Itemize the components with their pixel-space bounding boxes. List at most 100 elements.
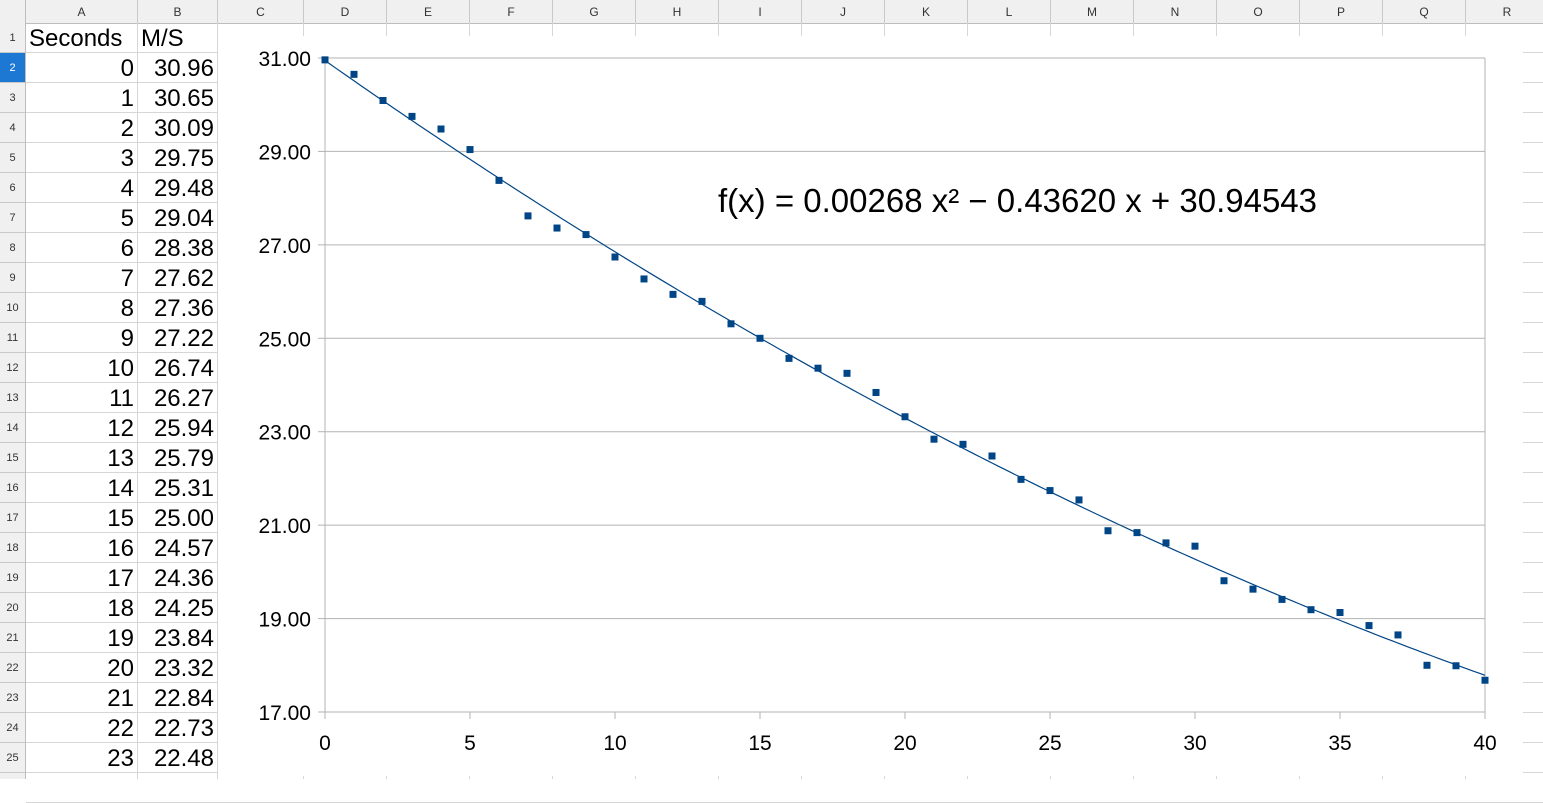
- column-header-p[interactable]: P: [1300, 0, 1383, 23]
- row-header-22[interactable]: 22: [0, 653, 25, 683]
- cell-ms[interactable]: 22.73: [138, 713, 218, 743]
- column-header-e[interactable]: E: [387, 0, 470, 23]
- row-header-18[interactable]: 18: [0, 533, 25, 563]
- cell-seconds[interactable]: 16: [26, 533, 138, 563]
- column-header-j[interactable]: J: [802, 0, 885, 23]
- cell-ms[interactable]: 27.22: [138, 323, 218, 353]
- row-header-19[interactable]: 19: [0, 563, 25, 593]
- column-header-h[interactable]: H: [636, 0, 719, 23]
- cell-ms[interactable]: 28.38: [138, 233, 218, 263]
- select-all-corner[interactable]: [0, 0, 26, 23]
- row-header-13[interactable]: 13: [0, 383, 25, 413]
- row-header-2[interactable]: 2: [0, 53, 25, 83]
- row-header-7[interactable]: 7: [0, 203, 25, 233]
- cell-ms[interactable]: 29.48: [138, 173, 218, 203]
- column-header-c[interactable]: C: [218, 0, 304, 23]
- row-header-11[interactable]: 11: [0, 323, 25, 353]
- cell-seconds[interactable]: 2: [26, 113, 138, 143]
- x-tick-label: 15: [748, 732, 771, 755]
- cell-ms[interactable]: 22.48: [138, 743, 218, 773]
- cell-seconds[interactable]: 6: [26, 233, 138, 263]
- column-header-o[interactable]: O: [1217, 0, 1300, 23]
- row-header-16[interactable]: 16: [0, 473, 25, 503]
- cell-ms[interactable]: 26.27: [138, 383, 218, 413]
- cell-seconds[interactable]: 17: [26, 563, 138, 593]
- row-header-21[interactable]: 21: [0, 623, 25, 653]
- row-header-1[interactable]: 1: [0, 23, 25, 53]
- column-header-r[interactable]: R: [1466, 0, 1543, 23]
- cell-ms[interactable]: 25.79: [138, 443, 218, 473]
- cell-ms[interactable]: 23.32: [138, 653, 218, 683]
- cell-ms[interactable]: 25.31: [138, 473, 218, 503]
- row-header-8[interactable]: 8: [0, 233, 25, 263]
- cell-seconds[interactable]: 15: [26, 503, 138, 533]
- cell-ms[interactable]: 27.62: [138, 263, 218, 293]
- cell-seconds[interactable]: 12: [26, 413, 138, 443]
- column-header-n[interactable]: N: [1134, 0, 1217, 23]
- cell-seconds[interactable]: 21: [26, 683, 138, 713]
- scatter-chart[interactable]: 31.00 29.00 27.00 25.00 23.00 21.00 19.00 17.00…: [218, 36, 1523, 776]
- cell-seconds[interactable]: 5: [26, 203, 138, 233]
- column-header-i[interactable]: I: [719, 0, 802, 23]
- cell-seconds[interactable]: 13: [26, 443, 138, 473]
- row-header-20[interactable]: 20: [0, 593, 25, 623]
- column-header-q[interactable]: Q: [1383, 0, 1466, 23]
- cell-seconds[interactable]: 8: [26, 293, 138, 323]
- column-header-k[interactable]: K: [885, 0, 968, 23]
- cell-seconds[interactable]: 0: [26, 53, 138, 83]
- data-point: [669, 290, 677, 298]
- column-header-a[interactable]: A: [26, 0, 138, 23]
- cell-ms[interactable]: 27.36: [138, 293, 218, 323]
- column-header-d[interactable]: D: [304, 0, 387, 23]
- cell-seconds[interactable]: 19: [26, 623, 138, 653]
- row-header-23[interactable]: 23: [0, 683, 25, 713]
- cell-ms[interactable]: 24.36: [138, 563, 218, 593]
- row-header-9[interactable]: 9: [0, 263, 25, 293]
- cell-ms[interactable]: 29.04: [138, 203, 218, 233]
- cell-ms[interactable]: 24.57: [138, 533, 218, 563]
- cell-seconds[interactable]: 10: [26, 353, 138, 383]
- row-header-25[interactable]: 25: [0, 743, 25, 773]
- cell-seconds[interactable]: 3: [26, 143, 138, 173]
- cell-ms[interactable]: 26.74: [138, 353, 218, 383]
- row-header-15[interactable]: 15: [0, 443, 25, 473]
- data-point: [1075, 496, 1083, 504]
- cell-ms[interactable]: 30.09: [138, 113, 218, 143]
- cell-seconds[interactable]: 9: [26, 323, 138, 353]
- cell-seconds[interactable]: 23: [26, 743, 138, 773]
- row-header-3[interactable]: 3: [0, 83, 25, 113]
- cell-seconds[interactable]: 7: [26, 263, 138, 293]
- cell-seconds[interactable]: 22: [26, 713, 138, 743]
- data-point: [1278, 595, 1286, 603]
- row-header-12[interactable]: 12: [0, 353, 25, 383]
- cell-seconds[interactable]: 11: [26, 383, 138, 413]
- column-header-m[interactable]: M: [1051, 0, 1134, 23]
- cell-ms[interactable]: 29.75: [138, 143, 218, 173]
- cell-seconds[interactable]: 4: [26, 173, 138, 203]
- cell-ms[interactable]: 24.25: [138, 593, 218, 623]
- row-header-4[interactable]: 4: [0, 113, 25, 143]
- row-header-5[interactable]: 5: [0, 143, 25, 173]
- column-header-b[interactable]: B: [138, 0, 218, 23]
- cell-ms[interactable]: 25.00: [138, 503, 218, 533]
- cell-seconds[interactable]: 20: [26, 653, 138, 683]
- cell-ms[interactable]: 30.65: [138, 83, 218, 113]
- cell-seconds[interactable]: 1: [26, 83, 138, 113]
- column-header-l[interactable]: L: [968, 0, 1051, 23]
- cell-seconds[interactable]: 14: [26, 473, 138, 503]
- row-header-24[interactable]: 24: [0, 713, 25, 743]
- column-header-g[interactable]: G: [553, 0, 636, 23]
- cell-ms[interactable]: 22.84: [138, 683, 218, 713]
- y-tick-label: 17.00: [258, 702, 311, 725]
- row-header-6[interactable]: 6: [0, 173, 25, 203]
- cell-seconds[interactable]: 18: [26, 593, 138, 623]
- row-header-14[interactable]: 14: [0, 413, 25, 443]
- cell-ms[interactable]: 25.94: [138, 413, 218, 443]
- cell-a1-header[interactable]: Seconds: [26, 23, 138, 53]
- cell-ms[interactable]: 23.84: [138, 623, 218, 653]
- row-header-17[interactable]: 17: [0, 503, 25, 533]
- cell-ms[interactable]: 30.96: [138, 53, 218, 83]
- cell-b1-header[interactable]: M/S: [138, 23, 218, 53]
- column-header-f[interactable]: F: [470, 0, 553, 23]
- row-header-10[interactable]: 10: [0, 293, 25, 323]
